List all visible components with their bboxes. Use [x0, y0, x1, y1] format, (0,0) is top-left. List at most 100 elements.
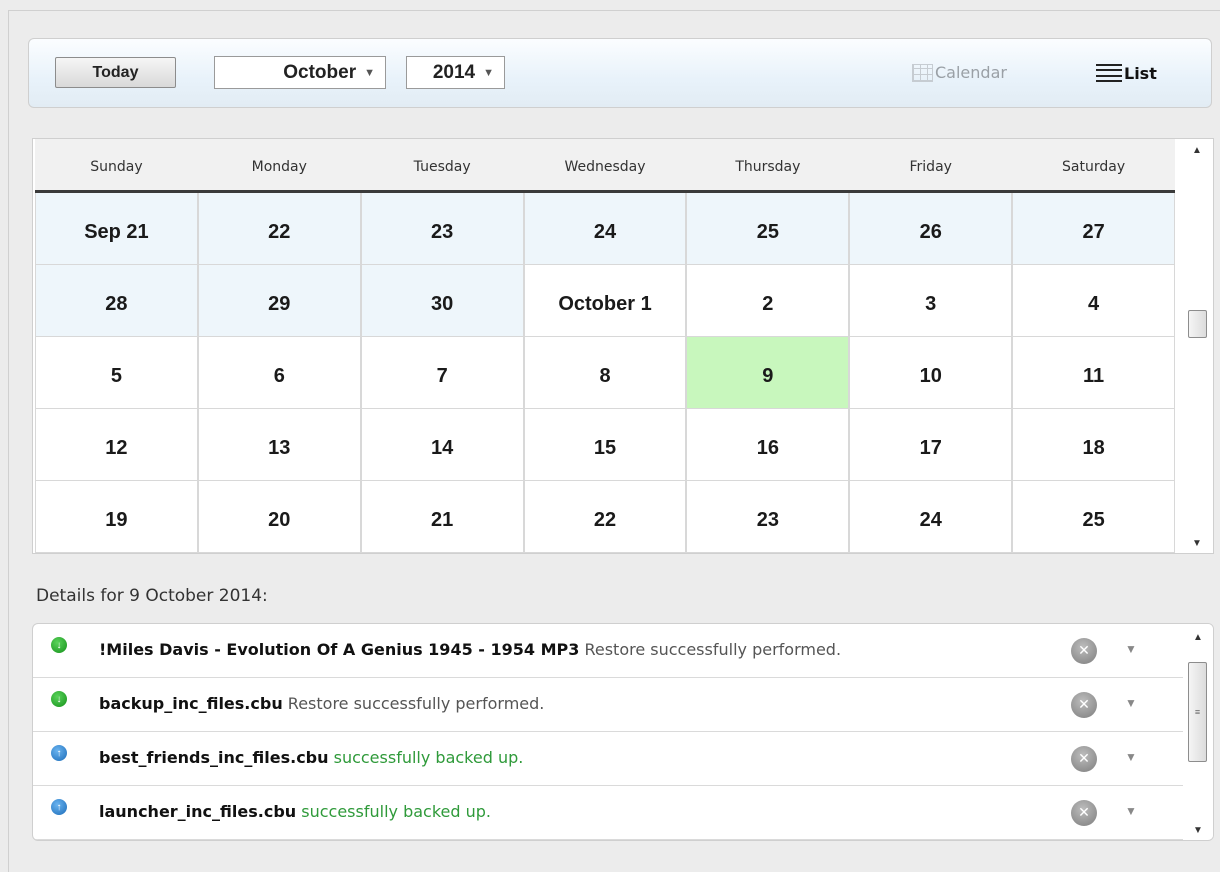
list-view-label: List [1124, 63, 1157, 83]
calendar-week: 19 20 21 22 23 24 25 [35, 481, 1176, 553]
detail-row-text: best_friends_inc_files.cbu successfully … [99, 748, 523, 767]
calendar-day-cell[interactable]: 8 [523, 337, 687, 409]
calendar-day-cell[interactable]: 2 [686, 265, 850, 337]
calendar-day-cell[interactable]: 3 [849, 265, 1013, 337]
calendar-day-cell[interactable]: 23 [360, 193, 524, 265]
scroll-down-icon[interactable]: ▼ [1181, 538, 1213, 549]
restore-arrow-icon: ↓ [51, 637, 67, 653]
calendar-day-cell[interactable]: 6 [197, 337, 361, 409]
calendar-scrollbar[interactable]: ▲ ▼ [1181, 139, 1213, 553]
detail-status: successfully backed up. [301, 802, 491, 821]
detail-row[interactable]: ↓ !Miles Davis - Evolution Of A Genius 19… [33, 624, 1213, 678]
calendar-day-cell[interactable]: 19 [35, 481, 198, 553]
calendar-day-cell[interactable]: 4 [1012, 265, 1176, 337]
day-name-sunday: Sunday [35, 139, 198, 193]
calendar-day-cell[interactable]: October 1 [523, 265, 687, 337]
calendar-day-cell[interactable]: 7 [360, 337, 524, 409]
calendar-day-cell[interactable]: 30 [360, 265, 524, 337]
day-name-friday: Friday [849, 139, 1013, 193]
calendar-day-cell[interactable]: 27 [1012, 193, 1176, 265]
calendar-day-cell[interactable]: 21 [360, 481, 524, 553]
calendar-day-cell[interactable]: 25 [686, 193, 850, 265]
chevron-down-icon[interactable]: ▼ [1125, 804, 1137, 818]
chevron-down-icon[interactable]: ▼ [1125, 696, 1137, 710]
toolbar: Today October ▼ 2014 ▼ Calendar List [28, 38, 1212, 108]
details-scroll-thumb[interactable]: ≡ [1188, 662, 1207, 762]
scroll-up-icon[interactable]: ▲ [1181, 145, 1213, 156]
close-icon[interactable]: ✕ [1071, 746, 1097, 772]
details-list: ↓ !Miles Davis - Evolution Of A Genius 19… [32, 623, 1214, 841]
calendar-week: 5 6 7 8 9 10 11 [35, 337, 1176, 409]
close-icon[interactable]: ✕ [1071, 800, 1097, 826]
calendar-grid: Sunday Monday Tuesday Wednesday Thursday Frid… [32, 138, 1214, 554]
day-name-monday: Monday [197, 139, 361, 193]
calendar-day-cell[interactable]: 29 [197, 265, 361, 337]
detail-row[interactable]: ↓ backup_inc_files.cbu Restore successful… [33, 678, 1213, 732]
calendar-day-cell[interactable]: 24 [849, 481, 1013, 553]
calendar-day-cell[interactable]: 17 [849, 409, 1013, 481]
detail-file-name: !Miles Davis - Evolution Of A Genius 194… [99, 640, 580, 659]
detail-row-text: backup_inc_files.cbu Restore successfull… [99, 694, 544, 713]
details-scrollbar[interactable]: ▲ ≡ ▼ [1183, 624, 1213, 840]
chevron-down-icon[interactable]: ▼ [1125, 642, 1137, 656]
calendar-day-cell[interactable]: 28 [35, 265, 198, 337]
month-value: October [283, 61, 357, 83]
detail-row-text: !Miles Davis - Evolution Of A Genius 194… [99, 640, 841, 659]
detail-status: Restore successfully performed. [287, 694, 545, 713]
detail-row[interactable]: ↑ best_friends_inc_files.cbu successfully… [33, 732, 1213, 786]
year-value: 2014 [432, 61, 476, 83]
backup-arrow-icon: ↑ [51, 799, 67, 815]
calendar-day-cell[interactable]: 15 [523, 409, 687, 481]
calendar-day-cell[interactable]: 10 [849, 337, 1013, 409]
close-icon[interactable]: ✕ [1071, 692, 1097, 718]
calendar-day-cell[interactable]: 12 [35, 409, 198, 481]
today-button[interactable]: Today [55, 57, 176, 88]
calendar-day-cell[interactable]: 20 [197, 481, 361, 553]
calendar-day-cell[interactable]: 11 [1012, 337, 1176, 409]
detail-status: Restore successfully performed. [584, 640, 842, 659]
month-select[interactable]: October ▼ [214, 56, 386, 89]
list-view-button[interactable]: List [1096, 63, 1157, 83]
calendar-scroll-thumb[interactable] [1188, 310, 1207, 338]
calendar-grid-icon [912, 63, 933, 82]
calendar-day-cell[interactable]: 25 [1012, 481, 1176, 553]
detail-row-text: launcher_inc_files.cbu successfully back… [99, 802, 491, 821]
year-chevron-down-icon: ▼ [483, 66, 494, 79]
detail-status: successfully backed up. [333, 748, 524, 767]
day-name-tuesday: Tuesday [360, 139, 524, 193]
details-title: Details for 9 October 2014: [36, 586, 268, 606]
calendar-day-cell[interactable]: 23 [686, 481, 850, 553]
month-chevron-down-icon: ▼ [364, 66, 375, 79]
detail-file-name: launcher_inc_files.cbu [99, 802, 297, 821]
backup-arrow-icon: ↑ [51, 745, 67, 761]
calendar-day-cell[interactable]: 14 [360, 409, 524, 481]
calendar-day-cell[interactable]: Sep 21 [35, 193, 198, 265]
calendar-day-cell[interactable]: 13 [197, 409, 361, 481]
calendar-view-label: Calendar [935, 63, 1007, 82]
year-select[interactable]: 2014 ▼ [406, 56, 505, 89]
day-name-thursday: Thursday [686, 139, 850, 193]
calendar-day-cell[interactable]: 5 [35, 337, 198, 409]
close-icon[interactable]: ✕ [1071, 638, 1097, 664]
calendar-view-button[interactable]: Calendar [912, 63, 1007, 82]
day-name-wednesday: Wednesday [523, 139, 687, 193]
calendar-day-names: Sunday Monday Tuesday Wednesday Thursday Frid… [35, 139, 1176, 193]
restore-arrow-icon: ↓ [51, 691, 67, 707]
calendar-day-cell[interactable]: 22 [197, 193, 361, 265]
calendar-weeks: Sep 21 22 23 24 25 26 27 28 29 30 October 12345678… [35, 193, 1176, 553]
details-scroll-down-icon[interactable]: ▼ [1183, 825, 1213, 836]
detail-row[interactable]: ↑ launcher_inc_files.cbu successfully bac… [33, 786, 1213, 840]
details-scroll-up-icon[interactable]: ▲ [1183, 632, 1213, 643]
calendar-day-cell[interactable]: 18 [1012, 409, 1176, 481]
calendar-day-cell[interactable]: 16 [686, 409, 850, 481]
calendar-week: 28 29 30 October 1234 [35, 265, 1176, 337]
detail-file-name: backup_inc_files.cbu [99, 694, 283, 713]
detail-file-name: best_friends_inc_files.cbu [99, 748, 329, 767]
chevron-down-icon[interactable]: ▼ [1125, 750, 1137, 764]
calendar-day-cell[interactable]: 22 [523, 481, 687, 553]
calendar-day-cell[interactable]: 26 [849, 193, 1013, 265]
calendar-day-cell[interactable]: 24 [523, 193, 687, 265]
day-name-saturday: Saturday [1012, 139, 1176, 193]
calendar-week: 12 13 14 15 16 17 18 [35, 409, 1176, 481]
calendar-day-cell[interactable]: 9 [686, 337, 850, 409]
